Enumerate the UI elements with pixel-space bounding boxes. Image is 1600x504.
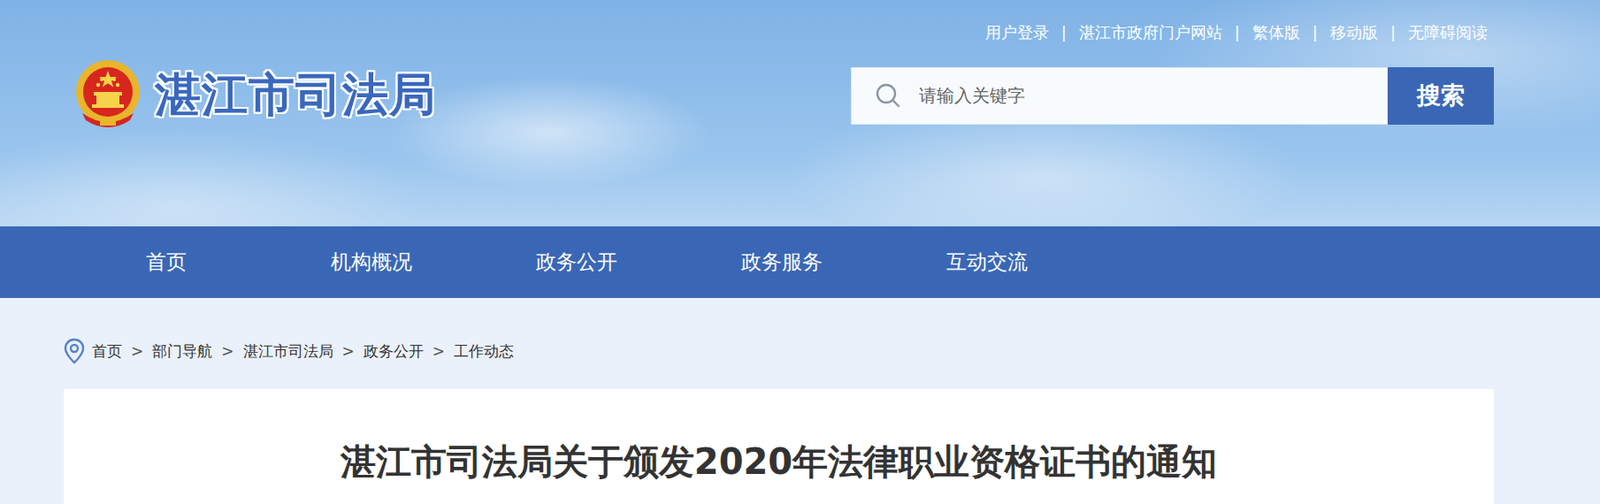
site-title: 湛江市司法局	[154, 64, 437, 127]
breadcrumb-item[interactable]: 湛江市司法局	[243, 342, 334, 360]
national-emblem-icon	[71, 58, 145, 133]
search-icon	[874, 82, 902, 109]
top-link[interactable]: 繁体版	[1252, 21, 1301, 45]
header-banner: 用户登录 | 湛江市政府门户网站 | 繁体版 | 移动版 | 无障碍阅读湛江市司法局 搜索	[0, 0, 1600, 227]
nav-item[interactable]: 政务公开	[474, 248, 680, 276]
top-link-separator: |	[1234, 21, 1241, 45]
article-title: 湛江市司法局关于颁发2020年法律职业资格证书的通知	[340, 440, 1218, 504]
search-button[interactable]: 搜索	[1387, 67, 1494, 125]
top-link[interactable]: 移动版	[1330, 21, 1378, 45]
top-link[interactable]: 用户登录	[985, 21, 1049, 45]
breadcrumb-separator: >	[432, 342, 445, 360]
top-links: 用户登录 | 湛江市政府门户网站 | 繁体版 | 移动版 | 无障碍阅读	[0, 0, 1600, 45]
breadcrumb-separator: >	[342, 342, 355, 360]
nav-item[interactable]: 互动交流	[884, 248, 1090, 276]
top-link-separator: |	[1061, 21, 1067, 45]
breadcrumb-item[interactable]: 首页	[91, 342, 123, 360]
nav-item[interactable]: 政务服务	[679, 248, 885, 276]
breadcrumb-item[interactable]: 工作动态	[453, 342, 514, 360]
breadcrumb-item[interactable]: 部门导航	[152, 342, 213, 360]
nav-item[interactable]: 机构概况	[268, 248, 475, 276]
search-form: 搜索	[850, 67, 1494, 125]
logo-row: 湛江市司法局 搜索	[0, 58, 1600, 133]
search-input[interactable]	[917, 84, 1387, 108]
page: 用户登录|湛江市政府门户网站|繁体版|移动版|无障碍阅读湛江市司法局搜索首页机构…	[0, 0, 1600, 504]
breadcrumb: 首页 > 部门导航 > 湛江市司法局 > 政务公开 > 工作动态	[0, 298, 1600, 390]
main-nav: 首页机构概况政务公开政务服务互动交流	[0, 226, 1600, 299]
breadcrumb-separator: >	[221, 342, 234, 360]
top-link[interactable]: 无障碍阅读	[1408, 21, 1488, 45]
search-field	[850, 67, 1388, 125]
breadcrumb-separator: >	[130, 342, 144, 360]
top-link[interactable]: 湛江市政府门户网站	[1079, 21, 1223, 45]
brand[interactable]: 湛江市司法局	[71, 58, 437, 133]
nav-item[interactable]: 首页	[63, 248, 269, 276]
location-icon	[63, 337, 85, 365]
article-card: 湛江市司法局关于颁发2020年法律职业资格证书的通知	[63, 389, 1494, 504]
top-link-separator: |	[1390, 21, 1396, 45]
top-link-separator: |	[1312, 21, 1318, 45]
breadcrumb-item[interactable]: 政务公开	[363, 342, 424, 360]
